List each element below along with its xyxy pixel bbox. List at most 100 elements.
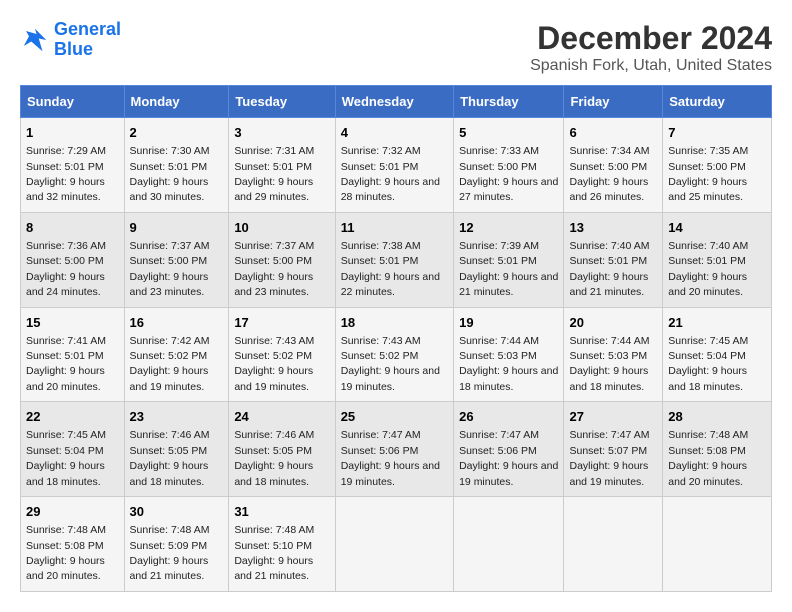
day-sunrise: Sunrise: 7:46 AM	[130, 429, 210, 441]
day-daylight: Daylight: 9 hours and 21 minutes.	[459, 271, 558, 298]
logo: General Blue	[20, 20, 121, 60]
day-number: 21	[668, 314, 766, 332]
day-daylight: Daylight: 9 hours and 18 minutes.	[569, 365, 648, 392]
calendar-cell: 23Sunrise: 7:46 AMSunset: 5:05 PMDayligh…	[124, 402, 229, 497]
main-title: December 2024	[530, 20, 772, 57]
calendar-cell: 15Sunrise: 7:41 AMSunset: 5:01 PMDayligh…	[21, 307, 125, 402]
day-daylight: Daylight: 9 hours and 27 minutes.	[459, 176, 558, 203]
day-sunset: Sunset: 5:01 PM	[668, 255, 746, 267]
day-sunrise: Sunrise: 7:33 AM	[459, 145, 539, 157]
day-daylight: Daylight: 9 hours and 24 minutes.	[26, 271, 105, 298]
header-day-wednesday: Wednesday	[335, 86, 453, 118]
day-sunrise: Sunrise: 7:47 AM	[341, 429, 421, 441]
calendar-cell: 29Sunrise: 7:48 AMSunset: 5:08 PMDayligh…	[21, 497, 125, 592]
day-sunset: Sunset: 5:00 PM	[130, 255, 208, 267]
day-sunset: Sunset: 5:00 PM	[668, 161, 746, 173]
calendar-cell: 18Sunrise: 7:43 AMSunset: 5:02 PMDayligh…	[335, 307, 453, 402]
day-sunrise: Sunrise: 7:47 AM	[569, 429, 649, 441]
header-day-sunday: Sunday	[21, 86, 125, 118]
day-number: 31	[234, 503, 329, 521]
day-number: 11	[341, 219, 448, 237]
header: General Blue December 2024 Spanish Fork,…	[20, 20, 772, 75]
day-sunset: Sunset: 5:01 PM	[459, 255, 537, 267]
calendar-cell: 16Sunrise: 7:42 AMSunset: 5:02 PMDayligh…	[124, 307, 229, 402]
day-daylight: Daylight: 9 hours and 19 minutes.	[341, 365, 440, 392]
day-number: 5	[459, 124, 558, 142]
day-sunset: Sunset: 5:06 PM	[341, 445, 419, 457]
calendar-cell: 30Sunrise: 7:48 AMSunset: 5:09 PMDayligh…	[124, 497, 229, 592]
logo-text: General Blue	[54, 20, 121, 60]
day-number: 14	[668, 219, 766, 237]
calendar-cell: 1Sunrise: 7:29 AMSunset: 5:01 PMDaylight…	[21, 118, 125, 213]
calendar-cell: 9Sunrise: 7:37 AMSunset: 5:00 PMDaylight…	[124, 212, 229, 307]
day-sunrise: Sunrise: 7:45 AM	[26, 429, 106, 441]
calendar-cell: 20Sunrise: 7:44 AMSunset: 5:03 PMDayligh…	[564, 307, 663, 402]
day-number: 30	[130, 503, 224, 521]
day-daylight: Daylight: 9 hours and 28 minutes.	[341, 176, 440, 203]
calendar-cell	[454, 497, 564, 592]
day-sunrise: Sunrise: 7:37 AM	[130, 240, 210, 252]
header-day-thursday: Thursday	[454, 86, 564, 118]
header-day-tuesday: Tuesday	[229, 86, 335, 118]
day-daylight: Daylight: 9 hours and 26 minutes.	[569, 176, 648, 203]
calendar-cell	[564, 497, 663, 592]
calendar-cell: 8Sunrise: 7:36 AMSunset: 5:00 PMDaylight…	[21, 212, 125, 307]
day-sunrise: Sunrise: 7:29 AM	[26, 145, 106, 157]
day-daylight: Daylight: 9 hours and 21 minutes.	[130, 555, 209, 582]
day-sunrise: Sunrise: 7:44 AM	[459, 335, 539, 347]
day-sunrise: Sunrise: 7:39 AM	[459, 240, 539, 252]
day-sunrise: Sunrise: 7:37 AM	[234, 240, 314, 252]
day-sunrise: Sunrise: 7:40 AM	[569, 240, 649, 252]
day-sunset: Sunset: 5:01 PM	[341, 255, 419, 267]
day-sunset: Sunset: 5:00 PM	[459, 161, 537, 173]
day-daylight: Daylight: 9 hours and 20 minutes.	[26, 555, 105, 582]
calendar-cell	[663, 497, 772, 592]
day-sunrise: Sunrise: 7:41 AM	[26, 335, 106, 347]
subtitle: Spanish Fork, Utah, United States	[530, 57, 772, 75]
day-sunset: Sunset: 5:02 PM	[234, 350, 312, 362]
day-number: 12	[459, 219, 558, 237]
day-number: 17	[234, 314, 329, 332]
calendar-cell: 5 Sunrise: 7:33 AM Sunset: 5:00 PM Daylight…	[454, 118, 564, 213]
day-daylight: Daylight: 9 hours and 18 minutes.	[459, 365, 558, 392]
calendar-week-row: 1Sunrise: 7:29 AMSunset: 5:01 PMDaylight…	[21, 118, 772, 213]
day-sunrise: Sunrise: 7:30 AM	[130, 145, 210, 157]
day-number: 28	[668, 408, 766, 426]
day-sunrise: Sunrise: 7:48 AM	[668, 429, 748, 441]
calendar-cell	[335, 497, 453, 592]
day-daylight: Daylight: 9 hours and 20 minutes.	[26, 365, 105, 392]
calendar-cell: 13Sunrise: 7:40 AMSunset: 5:01 PMDayligh…	[564, 212, 663, 307]
calendar-week-row: 29Sunrise: 7:48 AMSunset: 5:08 PMDayligh…	[21, 497, 772, 592]
day-number: 2	[130, 124, 224, 142]
day-sunrise: Sunrise: 7:45 AM	[668, 335, 748, 347]
day-sunrise: Sunrise: 7:44 AM	[569, 335, 649, 347]
day-daylight: Daylight: 9 hours and 19 minutes.	[459, 460, 558, 487]
day-number: 3	[234, 124, 329, 142]
day-sunset: Sunset: 5:00 PM	[234, 255, 312, 267]
day-sunset: Sunset: 5:10 PM	[234, 540, 312, 552]
day-sunrise: Sunrise: 7:31 AM	[234, 145, 314, 157]
day-sunset: Sunset: 5:03 PM	[569, 350, 647, 362]
calendar-cell: 2Sunrise: 7:30 AMSunset: 5:01 PMDaylight…	[124, 118, 229, 213]
day-sunrise: Sunrise: 7:38 AM	[341, 240, 421, 252]
day-number: 6	[569, 124, 657, 142]
day-sunset: Sunset: 5:03 PM	[459, 350, 537, 362]
day-sunset: Sunset: 5:05 PM	[130, 445, 208, 457]
day-sunrise: Sunrise: 7:36 AM	[26, 240, 106, 252]
day-daylight: Daylight: 9 hours and 21 minutes.	[569, 271, 648, 298]
logo-icon	[20, 25, 50, 55]
day-number: 9	[130, 219, 224, 237]
day-daylight: Daylight: 9 hours and 19 minutes.	[569, 460, 648, 487]
day-daylight: Daylight: 9 hours and 21 minutes.	[234, 555, 313, 582]
day-sunset: Sunset: 5:01 PM	[341, 161, 419, 173]
day-daylight: Daylight: 9 hours and 18 minutes.	[234, 460, 313, 487]
day-daylight: Daylight: 9 hours and 30 minutes.	[130, 176, 209, 203]
day-number: 18	[341, 314, 448, 332]
day-sunrise: Sunrise: 7:35 AM	[668, 145, 748, 157]
calendar-cell: 14Sunrise: 7:40 AMSunset: 5:01 PMDayligh…	[663, 212, 772, 307]
calendar-cell: 24Sunrise: 7:46 AMSunset: 5:05 PMDayligh…	[229, 402, 335, 497]
day-sunrise: Sunrise: 7:43 AM	[234, 335, 314, 347]
header-day-monday: Monday	[124, 86, 229, 118]
day-number: 25	[341, 408, 448, 426]
day-number: 13	[569, 219, 657, 237]
